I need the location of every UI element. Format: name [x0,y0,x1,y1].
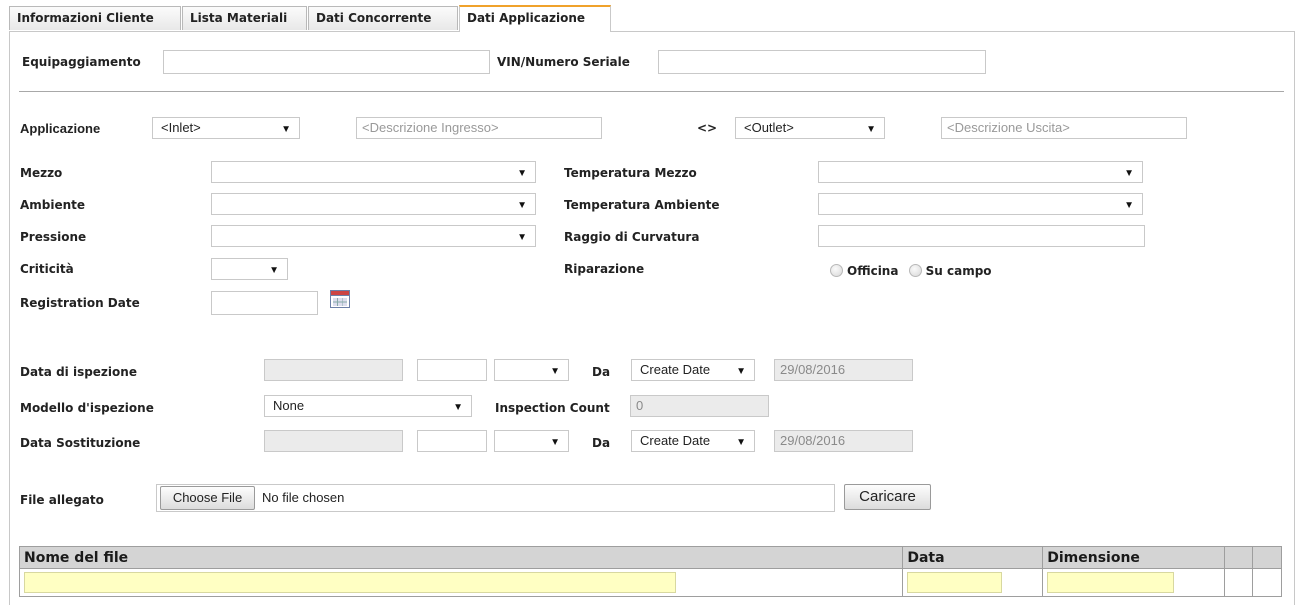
file-allegato-label: File allegato [20,493,104,507]
column-header-action-2 [1252,546,1282,569]
tab-informazioni-cliente[interactable]: Informazioni Cliente [9,6,181,30]
column-header-action-1 [1224,546,1254,569]
sostituzione-date-value: 29/08/2016 [774,430,913,452]
equipaggiamento-label: Equipaggiamento [22,55,141,69]
temperatura-ambiente-label: Temperatura Ambiente [564,198,720,212]
outlet-select[interactable]: <Outlet> ▼ [735,117,885,139]
modello-ispezione-value: None [273,398,305,413]
calendar-icon[interactable] [330,290,350,308]
tab-dati-applicazione[interactable]: Dati Applicazione [459,5,611,32]
sostituzione-da-label: Da [592,436,611,450]
registration-date-input[interactable] [211,291,318,315]
chevron-down-icon: ▼ [1124,200,1134,211]
chevron-down-icon: ▼ [453,402,463,413]
inlet-outlet-separator: <> [697,121,718,135]
pressione-select[interactable]: ▼ [211,225,536,247]
ispezione-date-source-select[interactable]: Create Date ▼ [631,359,755,381]
action-cell-2 [1252,568,1282,597]
choose-file-button[interactable]: Choose File [160,486,255,510]
ambiente-select[interactable]: ▼ [211,193,536,215]
su-campo-label: Su campo [925,264,992,278]
temperatura-mezzo-label: Temperatura Mezzo [564,166,697,180]
ambiente-label: Ambiente [20,198,86,212]
vin-input[interactable] [658,50,986,74]
chevron-down-icon: ▼ [517,200,527,211]
inlet-select[interactable]: <Inlet> ▼ [152,117,300,139]
ispezione-date-source-value: Create Date [640,362,711,377]
chevron-down-icon: ▼ [866,124,876,135]
upload-button[interactable]: Caricare [844,484,931,510]
vin-label: VIN/Numero Seriale [497,55,630,69]
raggio-curvatura-input[interactable] [818,225,1145,247]
file-input[interactable]: Choose File No file chosen [156,484,835,512]
riparazione-label: Riparazione [564,262,645,276]
pressione-label: Pressione [20,230,87,244]
column-header-nome-file: Nome del file [18,546,904,569]
tab-lista-materiali[interactable]: Lista Materiali [182,6,307,30]
nome-file-cell [18,568,904,597]
no-file-text: No file chosen [262,490,345,505]
chevron-down-icon: ▼ [281,124,291,135]
data-ispezione-input [264,359,403,381]
officina-radio[interactable] [830,264,843,277]
data-sostituzione-label: Data Sostituzione [20,436,141,450]
file-table: Nome del file Data Dimensione [18,546,1282,597]
data-ispezione-amount-input[interactable] [417,359,487,381]
dimensione-cell [1042,568,1226,597]
registration-date-label: Registration Date [20,296,140,310]
criticita-label: Criticità [20,262,74,276]
sostituzione-date-source-value: Create Date [640,433,711,448]
table-row [18,568,1282,597]
data-sostituzione-unit-select[interactable]: ▼ [494,430,569,452]
nome-file-input[interactable] [24,572,676,593]
data-sostituzione-amount-input[interactable] [417,430,487,452]
tab-dati-concorrente[interactable]: Dati Concorrente [308,6,458,30]
data-ispezione-unit-select[interactable]: ▼ [494,359,569,381]
temperatura-ambiente-select[interactable]: ▼ [818,193,1143,215]
data-cell [902,568,1044,597]
outlet-description-input[interactable]: <Descrizione Uscita> [941,117,1187,139]
chevron-down-icon: ▼ [1124,168,1134,179]
outlet-select-value: <Outlet> [744,120,794,135]
action-cell-1 [1224,568,1254,597]
chevron-down-icon: ▼ [736,437,746,448]
equipaggiamento-input[interactable] [163,50,490,74]
column-header-dimensione: Dimensione [1042,546,1226,569]
dimensione-input[interactable] [1047,572,1175,593]
column-header-data: Data [902,546,1044,569]
chevron-down-icon: ▼ [517,168,527,179]
inlet-select-value: <Inlet> [161,120,201,135]
inspection-count-label: Inspection Count [495,401,610,415]
table-header-row: Nome del file Data Dimensione [18,546,1282,569]
divider [19,91,1284,92]
chevron-down-icon: ▼ [269,265,279,276]
ispezione-date-value: 29/08/2016 [774,359,913,381]
mezzo-select[interactable]: ▼ [211,161,536,183]
inlet-description-input[interactable]: <Descrizione Ingresso> [356,117,602,139]
chevron-down-icon: ▼ [550,437,560,448]
criticita-select[interactable]: ▼ [211,258,288,280]
applicazione-label: Applicazione [20,121,101,136]
data-input[interactable] [907,572,1003,593]
da-label: Da [592,365,611,379]
inspection-count-value: 0 [630,395,769,417]
officina-label: Officina [847,264,899,278]
data-ispezione-label: Data di ispezione [20,365,137,379]
sostituzione-date-source-select[interactable]: Create Date ▼ [631,430,755,452]
chevron-down-icon: ▼ [736,366,746,377]
data-sostituzione-input [264,430,403,452]
modello-ispezione-select[interactable]: None ▼ [264,395,472,417]
temperatura-mezzo-select[interactable]: ▼ [818,161,1143,183]
raggio-curvatura-label: Raggio di Curvatura [564,230,700,244]
riparazione-options: Officina Su campo [830,264,992,278]
mezzo-label: Mezzo [20,166,63,180]
modello-ispezione-label: Modello d'ispezione [20,401,154,415]
su-campo-radio[interactable] [908,264,922,277]
chevron-down-icon: ▼ [550,366,560,377]
chevron-down-icon: ▼ [517,232,527,243]
